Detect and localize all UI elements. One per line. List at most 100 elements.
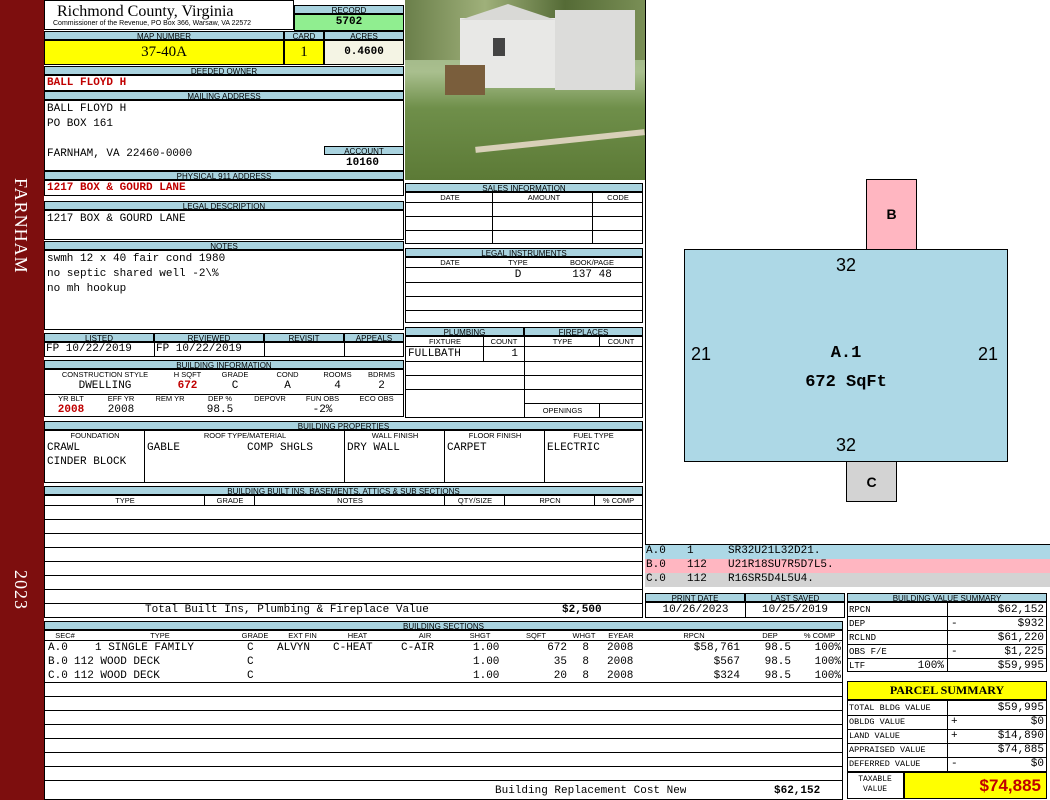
sec-comp: 100% <box>814 670 841 682</box>
sec-type: 1 SINGLE FAMILY <box>95 642 195 654</box>
record-box: 5702 <box>294 14 404 31</box>
sec-eyear: 2008 <box>607 656 634 668</box>
summary-sign: - <box>951 646 958 658</box>
plumbing-fixture: FULLBATH <box>408 348 461 360</box>
print-date-header: PRINT DATE <box>645 593 745 602</box>
parcel-key: OBLDG VALUE <box>849 717 906 727</box>
col-h-sqft: H SQFT <box>173 370 202 379</box>
sec-rpcn: $567 <box>713 656 740 668</box>
sec-sqft: 672 <box>547 642 567 654</box>
sec-whgt: 8 <box>582 642 589 654</box>
card-number: 1 <box>300 44 308 60</box>
note-line: swmh 12 x 40 fair cond 1980 <box>47 253 226 265</box>
legal-description-header: LEGAL DESCRIPTION <box>44 201 404 210</box>
construction-style: DWELLING <box>78 380 132 392</box>
sec-grade: C <box>247 656 254 668</box>
reviewed-value: FP 10/22/2019 <box>156 343 242 355</box>
deeded-owner-header: DEEDED OWNER <box>44 66 404 75</box>
col-fuel: FUEL TYPE <box>573 431 614 440</box>
sec-rpcn: $58,761 <box>693 642 740 654</box>
cond: A <box>284 380 291 392</box>
col-fun-obs: FUN OBS <box>305 394 340 403</box>
legal-description-box: 1217 BOX & GOURD LANE <box>44 210 404 240</box>
property-photo <box>405 0 645 180</box>
listing-row: FP 10/22/2019 FP 10/22/2019 <box>44 342 404 357</box>
county-header: Richmond County, Virginia Commissioner o… <box>44 0 294 30</box>
sec-heat: C-HEAT <box>333 642 373 654</box>
sec-dep: 98.5 <box>764 670 791 682</box>
legend-num: 1 <box>687 545 694 557</box>
plumbing-header: PLUMBING <box>405 327 524 336</box>
parcel-sign: + <box>951 716 958 728</box>
print-date: 10/26/2023 <box>662 604 729 616</box>
col-eco-obs: ECO OBS <box>359 394 394 403</box>
sketch-area: B C 32 32 21 21 A.1 672 SqFt <box>645 0 1050 545</box>
physical-address: 1217 BOX & GOURD LANE <box>47 182 186 194</box>
sec-type: 112 WOOD DECK <box>74 670 160 682</box>
legal-instruments-table: DATE TYPE BOOK/PAGE D 137 48 <box>405 257 643 323</box>
sec-num: B.0 <box>48 656 68 668</box>
legend-desc: SR32U21L32D21. <box>728 545 821 557</box>
roof-material: COMP SHGLS <box>247 442 314 454</box>
county-title: Richmond County, Virginia <box>57 3 234 20</box>
listed-header: LISTED <box>44 333 154 342</box>
sidebar: FARNHAM 2023 <box>0 0 44 800</box>
col-floor: FLOOR FINISH <box>468 431 522 440</box>
col-type: TYPE <box>115 496 135 505</box>
legend-num: 112 <box>687 559 707 571</box>
plumbing-count: 1 <box>511 348 518 360</box>
legal-description: 1217 BOX & GOURD LANE <box>47 213 186 225</box>
notes-header: NOTES <box>44 241 404 250</box>
sketch-top-dim: 32 <box>835 255 857 275</box>
physical-address-header: PHYSICAL 911 ADDRESS <box>44 171 404 180</box>
physical-address-box: 1217 BOX & GOURD LANE <box>44 180 404 196</box>
col-whgt: WHGT <box>572 631 596 640</box>
instrument-bookpage: 137 48 <box>572 269 612 281</box>
parcel-value: $14,890 <box>997 730 1044 742</box>
taxable-label: TAXABLE VALUE <box>858 775 892 794</box>
col-grade: GRADE <box>241 631 269 640</box>
summary-key: DEP <box>849 619 866 629</box>
col-ext-fin: EXT FIN <box>288 631 317 640</box>
building-sections-table: SEC# TYPE GRADE EXT FIN HEAT AIR SHGT SQ… <box>44 630 843 800</box>
record-value: 5702 <box>335 16 363 28</box>
mailing-line: PO BOX 161 <box>47 118 114 130</box>
plumbing-fireplaces-table: FIXTURE COUNT TYPE COUNT FULLBATH 1 OPEN… <box>405 336 643 418</box>
taxable-value: $74,885 <box>979 776 1041 795</box>
foundation-value: CINDER BLOCK <box>47 456 127 468</box>
col-code: CODE <box>607 193 629 202</box>
col-fixture: FIXTURE <box>428 337 462 346</box>
note-line: no mh hookup <box>47 283 127 295</box>
parcel-value: $74,885 <box>997 744 1044 756</box>
wall-finish: DRY WALL <box>347 442 400 454</box>
summary-value: $932 <box>1017 618 1044 630</box>
col-rpcn: RPCN <box>539 496 561 505</box>
replacement-cost-label: Building Replacement Cost New <box>495 785 687 797</box>
yr-blt: 2008 <box>57 404 85 416</box>
summary-value: $62,152 <box>997 604 1044 616</box>
summary-percent: 100% <box>917 660 944 672</box>
col-construction-style: CONSTRUCTION STYLE <box>61 370 149 379</box>
summary-value: $1,225 <box>1004 646 1044 658</box>
commissioner-line: Commissioner of the Revenue, PO Box 366,… <box>53 20 252 27</box>
sec-shgt: 1.00 <box>473 656 500 668</box>
taxable-value-box: $74,885 <box>904 772 1047 799</box>
parcel-value: $0 <box>1030 716 1044 728</box>
replacement-cost: $62,152 <box>774 785 821 797</box>
col-fp-count: COUNT <box>607 337 635 346</box>
taxable-label-box: TAXABLE VALUE <box>847 772 904 799</box>
parcel-key: APPRAISED VALUE <box>849 745 926 755</box>
town-label: FARNHAM <box>11 178 31 274</box>
col-rpcn: RPCN <box>683 631 705 640</box>
building-sections-header: BUILDING SECTIONS <box>44 621 843 630</box>
value-summary-table: RPCN $62,152 DEP - $932 RCLND $61,220 OB… <box>847 602 1047 672</box>
note-line: no septic shared well -2\% <box>47 268 219 280</box>
legend-code: C.0 <box>646 573 666 585</box>
parcel-value: $0 <box>1030 758 1044 770</box>
h-sqft: 672 <box>177 380 198 392</box>
fun-obs: -2% <box>312 404 333 416</box>
col-count: COUNT <box>490 337 518 346</box>
card-box: 1 <box>284 40 324 65</box>
last-saved-header: LAST SAVED <box>745 593 845 602</box>
sec-shgt: 1.00 <box>473 642 500 654</box>
